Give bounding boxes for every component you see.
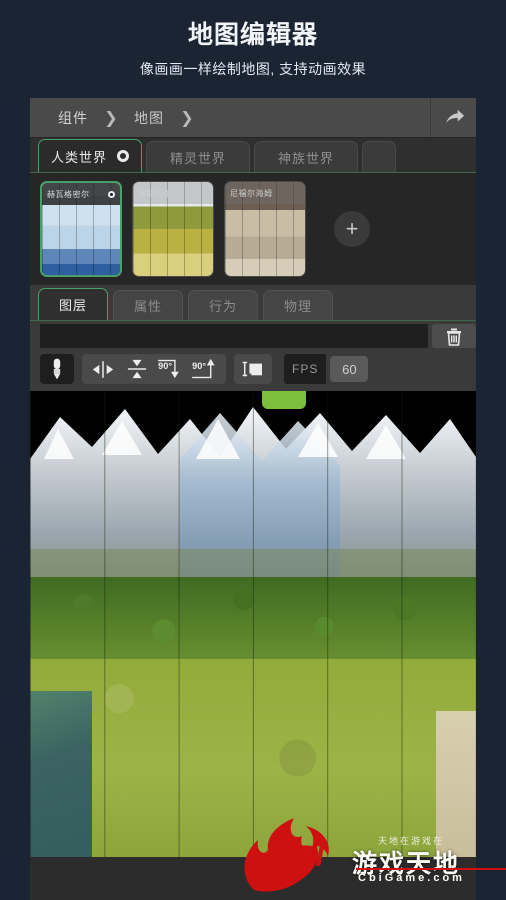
tab-properties[interactable]: 属性 [113,290,183,320]
trash-icon [447,328,461,346]
share-arrow-icon [445,109,464,123]
layer-order-icon [242,361,262,377]
canvas-selection-marker[interactable] [262,391,306,409]
brush-tool-button[interactable] [40,354,74,384]
screenshot-root: 地图编辑器 像画画一样绘制地图, 支持动画效果 组件 ❯ 地图 ❯ 人类世界 精… [0,0,506,900]
tab-elf-world[interactable]: 精灵世界 [146,141,251,172]
watermark-brand: CBI [274,840,324,873]
tab-overflow[interactable] [362,141,397,172]
share-button[interactable] [430,98,476,137]
rotate-cw-icon: 90° [158,359,179,379]
watermark-url: CbiGame.com [358,872,465,884]
map-thumbnail-hvergelmir[interactable]: 赫瓦格密尔 [40,181,122,277]
app-window: 组件 ❯ 地图 ❯ 人类世界 精灵世界 神族世界 赫瓦格密尔 穆斯贝尔 尼福尔海… [30,98,476,900]
tab-label: 人类世界 [51,149,108,165]
tab-layers[interactable]: 图层 [38,288,108,320]
add-map-button[interactable]: + [334,211,370,247]
fps-control: FPS 60 [284,354,369,384]
world-tab-bar: 人类世界 精灵世界 神族世界 [30,138,476,173]
breadcrumb-bar: 组件 ❯ 地图 ❯ [30,98,476,138]
rotate-ccw-button[interactable]: 90° [188,358,222,380]
svg-text:90°: 90° [192,361,206,371]
breadcrumb-item-components[interactable]: 组件 [58,108,88,128]
breadcrumb: 组件 ❯ 地图 ❯ [30,98,430,137]
watermark-underline [356,868,506,870]
ring-icon [117,150,130,162]
page-subtitle: 像画画一样绘制地图, 支持动画效果 [139,61,367,77]
tab-label: 神族世界 [278,150,335,166]
tab-label: 精灵世界 [170,150,227,166]
map-thumbnail-niflheim[interactable]: 尼福尔海姆 [224,181,306,277]
rotate-ccw-icon: 90° [192,358,215,379]
chevron-right-icon: ❯ [180,108,194,127]
tab-label: 属性 [133,299,162,314]
breadcrumb-item-map[interactable]: 地图 [134,108,164,128]
promo-header: 地图编辑器 像画画一样绘制地图, 支持动画效果 [0,0,506,79]
tab-label: 行为 [208,299,237,314]
plus-icon: + [345,216,359,241]
editor-tab-bar: 图层 属性 行为 物理 [30,285,476,321]
map-thumbnail-list: 赫瓦格密尔 穆斯贝尔 尼福尔海姆 + [30,173,476,285]
map-label: 穆斯贝尔 [133,182,213,204]
svg-text:90°: 90° [158,361,172,371]
map-name: 穆斯贝尔 [138,188,172,198]
tab-label: 物理 [283,299,312,314]
brush-icon [53,358,61,380]
map-thumbnail-muspelheim[interactable]: 穆斯贝尔 [132,181,214,277]
layer-list-field[interactable] [40,324,428,348]
flip-horizontal-button[interactable] [86,360,120,378]
tab-behavior[interactable]: 行为 [188,290,258,320]
flip-horizontal-icon [92,360,114,378]
map-name: 赫瓦格密尔 [47,189,90,199]
layer-order-button[interactable] [234,354,272,384]
watermark: CBI 天地在游戏在 游戏天地 CbiGame.com [236,812,506,894]
transform-tool-group: 90° 90° [82,354,226,384]
canvas-grid-overlay [30,391,476,857]
tab-label: 图层 [58,298,87,313]
flip-vertical-icon [127,359,147,379]
map-label: 尼福尔海姆 [225,182,305,204]
tab-human-world[interactable]: 人类世界 [38,139,143,172]
page-title: 地图编辑器 [187,21,318,49]
tab-physics[interactable]: 物理 [263,290,333,320]
tab-god-world[interactable]: 神族世界 [254,141,359,172]
map-name: 尼福尔海姆 [230,188,273,198]
chevron-right-icon: ❯ [104,108,118,127]
tool-row: 90° 90° FPS 60 [30,351,476,391]
flip-vertical-button[interactable] [120,358,154,380]
map-canvas[interactable] [30,391,476,857]
fps-input[interactable]: 60 [330,356,369,382]
ring-icon [108,190,115,198]
rotate-cw-button[interactable]: 90° [154,358,188,380]
layer-strip [30,321,476,351]
delete-layer-button[interactable] [432,324,476,348]
map-label: 赫瓦格密尔 [42,183,120,205]
fps-label: FPS [284,354,327,384]
